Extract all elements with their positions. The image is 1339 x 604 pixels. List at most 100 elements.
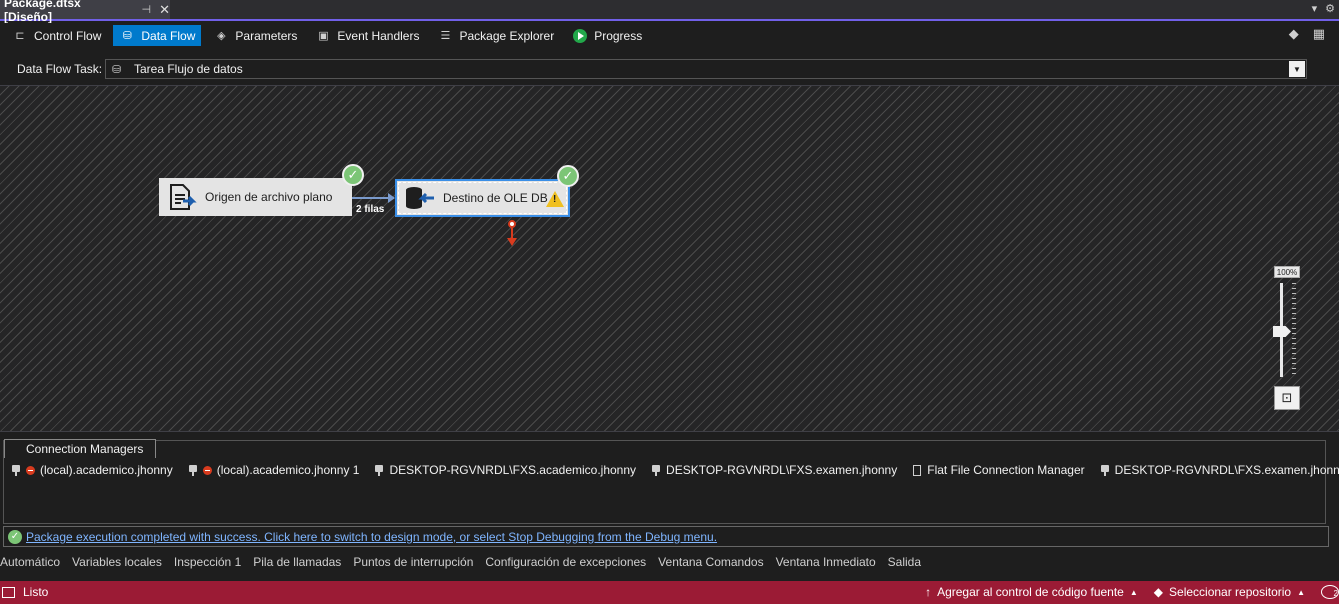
close-icon[interactable]: ✕ <box>159 2 170 18</box>
notification-count: 2 <box>1333 589 1338 598</box>
tab-label: Progress <box>594 28 643 43</box>
zoom-slider-ticks <box>1292 283 1296 377</box>
tab-salida[interactable]: Salida <box>888 555 921 573</box>
tab-parameters[interactable]: ◈ Parameters <box>207 25 303 46</box>
tab-label: Parameters <box>235 28 298 43</box>
designer-toolbar-right: ◆ ▦ <box>1289 26 1325 42</box>
caret-up-icon: ▲ <box>1129 587 1138 597</box>
tab-pila-de-llamadas[interactable]: Pila de llamadas <box>253 555 341 573</box>
data-flow-task-label: Data Flow Task: <box>17 62 103 76</box>
message-icon <box>2 586 15 598</box>
execution-status-bar: ✓ Package execution completed with succe… <box>3 526 1329 547</box>
tab-package-explorer[interactable]: ☰ Package Explorer <box>431 25 560 46</box>
variables-grid-icon[interactable]: ▦ <box>1313 26 1325 42</box>
data-flow-icon: ⛁ <box>122 30 132 42</box>
data-flow-task-select[interactable]: ⛁ Tarea Flujo de datos ▼ <box>105 59 1307 79</box>
tab-configuracion-de-excepciones[interactable]: Configuración de excepciones <box>485 555 646 573</box>
tab-control-flow[interactable]: ⊏ Control Flow <box>6 25 107 46</box>
success-check-icon: ✓ <box>557 165 579 187</box>
connection-manager-item[interactable]: DESKTOP-RGVNRDL\FXS.examen.jhonny <box>652 463 897 477</box>
data-flow-task-value: Tarea Flujo de datos <box>134 62 243 76</box>
data-flow-design-surface[interactable]: Origen de archivo plano ✓ 2 filas Destin… <box>0 85 1339 432</box>
connection-manager-item[interactable]: (local).academico.jhonny 1 <box>188 463 359 477</box>
connection-managers-panel <box>3 440 1326 524</box>
tabrow-controls: ▾ ⚙ <box>1312 2 1335 15</box>
data-path-arrow <box>388 193 395 203</box>
error-icon <box>26 465 35 475</box>
error-output-arrow <box>507 238 517 246</box>
flat-file-source-component[interactable]: Origen de archivo plano <box>159 178 352 216</box>
chevron-down-icon[interactable]: ▼ <box>1289 61 1305 77</box>
connection-manager-item[interactable]: Flat File Connection Manager <box>913 463 1085 477</box>
database-connection-icon <box>12 464 20 476</box>
tab-label: Data Flow <box>141 28 196 43</box>
gear-icon[interactable]: ⚙ <box>1325 2 1335 15</box>
tab-ventana-comandos[interactable]: Ventana Comandos <box>658 555 763 573</box>
data-flow-task-row: Data Flow Task: ⛁ Tarea Flujo de datos ▼ <box>0 56 1339 82</box>
tab-ventana-inmediato[interactable]: Ventana Inmediato <box>776 555 876 573</box>
play-icon <box>572 28 588 43</box>
component-label: Destino de OLE DB <box>443 191 548 205</box>
database-connection-icon <box>1100 464 1109 476</box>
status-left: Listo <box>2 585 48 599</box>
zoom-to-fit-button[interactable]: ⊡ <box>1274 386 1300 410</box>
error-icon <box>202 465 212 475</box>
connection-manager-item[interactable]: DESKTOP-RGVNRDL\FXS.academico.jhonny <box>375 463 636 477</box>
ole-db-destination-component[interactable]: Destino de OLE DB ! <box>395 179 570 217</box>
tab-automatico[interactable]: Automático <box>0 555 60 573</box>
fit-view-icon: ⊡ <box>1281 390 1293 405</box>
status-right: ↑ Agregar al control de código fuente ▲ … <box>925 585 1339 599</box>
database-connection-icon <box>652 464 661 476</box>
connection-manager-label: Flat File Connection Manager <box>927 463 1085 477</box>
document-tab[interactable]: Package.dtsx [Diseño] ⊣ ✕ <box>0 0 170 24</box>
connection-managers-list: (local).academico.jhonny (local).academi… <box>12 463 1339 477</box>
caret-up-icon: ▲ <box>1297 587 1305 597</box>
zoom-level: 100% <box>1274 266 1300 278</box>
document-tab-row: Package.dtsx [Diseño] ⊣ ✕ ▾ ⚙ <box>0 0 1339 24</box>
pin-icon[interactable]: ⊣ <box>142 3 152 16</box>
document-tab-title: Package.dtsx [Diseño] <box>4 0 81 24</box>
tab-variables-locales[interactable]: Variables locales <box>72 555 162 573</box>
notifications-icon[interactable]: 2 <box>1321 585 1339 599</box>
switch-to-design-mode-link[interactable]: Package execution completed with success… <box>26 530 717 544</box>
tab-data-flow[interactable]: ⛁ Data Flow <box>113 25 202 46</box>
tab-label: Package Explorer <box>459 28 555 43</box>
package-icon[interactable]: ◆ <box>1289 26 1299 42</box>
error-output-handle[interactable] <box>508 220 516 228</box>
flat-file-source-icon <box>165 182 199 212</box>
add-to-source-control-button[interactable]: ↑ Agregar al control de código fuente ▲ <box>925 585 1138 599</box>
designer-tabs-toolbar: ⊏ Control Flow ⛁ Data Flow ◈ Parameters … <box>0 23 1339 48</box>
tab-progress[interactable]: Progress <box>566 25 648 46</box>
database-connection-icon <box>188 464 197 476</box>
connection-managers-tab[interactable]: Connection Managers <box>4 439 156 458</box>
component-label: Origen de archivo plano <box>205 190 333 204</box>
select-repository-button[interactable]: ◆ Seleccionar repositorio ▲ <box>1154 585 1305 599</box>
tool-window-tabs: Automático Variables locales Inspección … <box>0 555 921 573</box>
control-flow-icon: ⊏ <box>15 30 25 42</box>
parameters-icon: ◈ <box>217 30 226 42</box>
flat-file-connection-icon <box>913 464 922 476</box>
tab-inspeccion[interactable]: Inspección 1 <box>174 555 241 573</box>
zoom-slider-thumb[interactable] <box>1273 326 1291 337</box>
connection-manager-item[interactable]: DESKTOP-RGVNRDL\FXS.examen.jhonny 1 <box>1100 463 1339 477</box>
git-icon: ◆ <box>1153 585 1164 599</box>
tab-puntos-de-interrupcion[interactable]: Puntos de interrupción <box>353 555 473 573</box>
database-connection-icon <box>375 464 384 476</box>
warning-icon: ! <box>546 191 564 207</box>
connection-manager-label: (local).academico.jhonny <box>40 463 173 477</box>
repository-label: Seleccionar repositorio <box>1169 585 1292 599</box>
tab-event-handlers[interactable]: ▣ Event Handlers <box>309 25 425 46</box>
arrow-up-icon: ↑ <box>925 585 932 599</box>
connection-manager-label: DESKTOP-RGVNRDL\FXS.examen.jhonny 1 <box>1114 463 1339 477</box>
connection-manager-label: DESKTOP-RGVNRDL\FXS.academico.jhonny <box>389 463 637 477</box>
data-flow-task-icon: ⛁ <box>112 63 122 76</box>
dropdown-icon[interactable]: ▾ <box>1312 2 1318 15</box>
status-bar: Listo ↑ Agregar al control de código fue… <box>0 581 1339 604</box>
connection-manager-label: DESKTOP-RGVNRDL\FXS.examen.jhonny <box>666 463 898 477</box>
connection-manager-item[interactable]: (local).academico.jhonny <box>12 463 173 477</box>
success-check-icon: ✓ <box>8 529 22 544</box>
event-handlers-icon: ▣ <box>318 30 329 42</box>
tab-label: Control Flow <box>34 28 102 43</box>
success-check-icon: ✓ <box>342 164 364 186</box>
data-path-row-count: 2 filas <box>356 204 385 215</box>
